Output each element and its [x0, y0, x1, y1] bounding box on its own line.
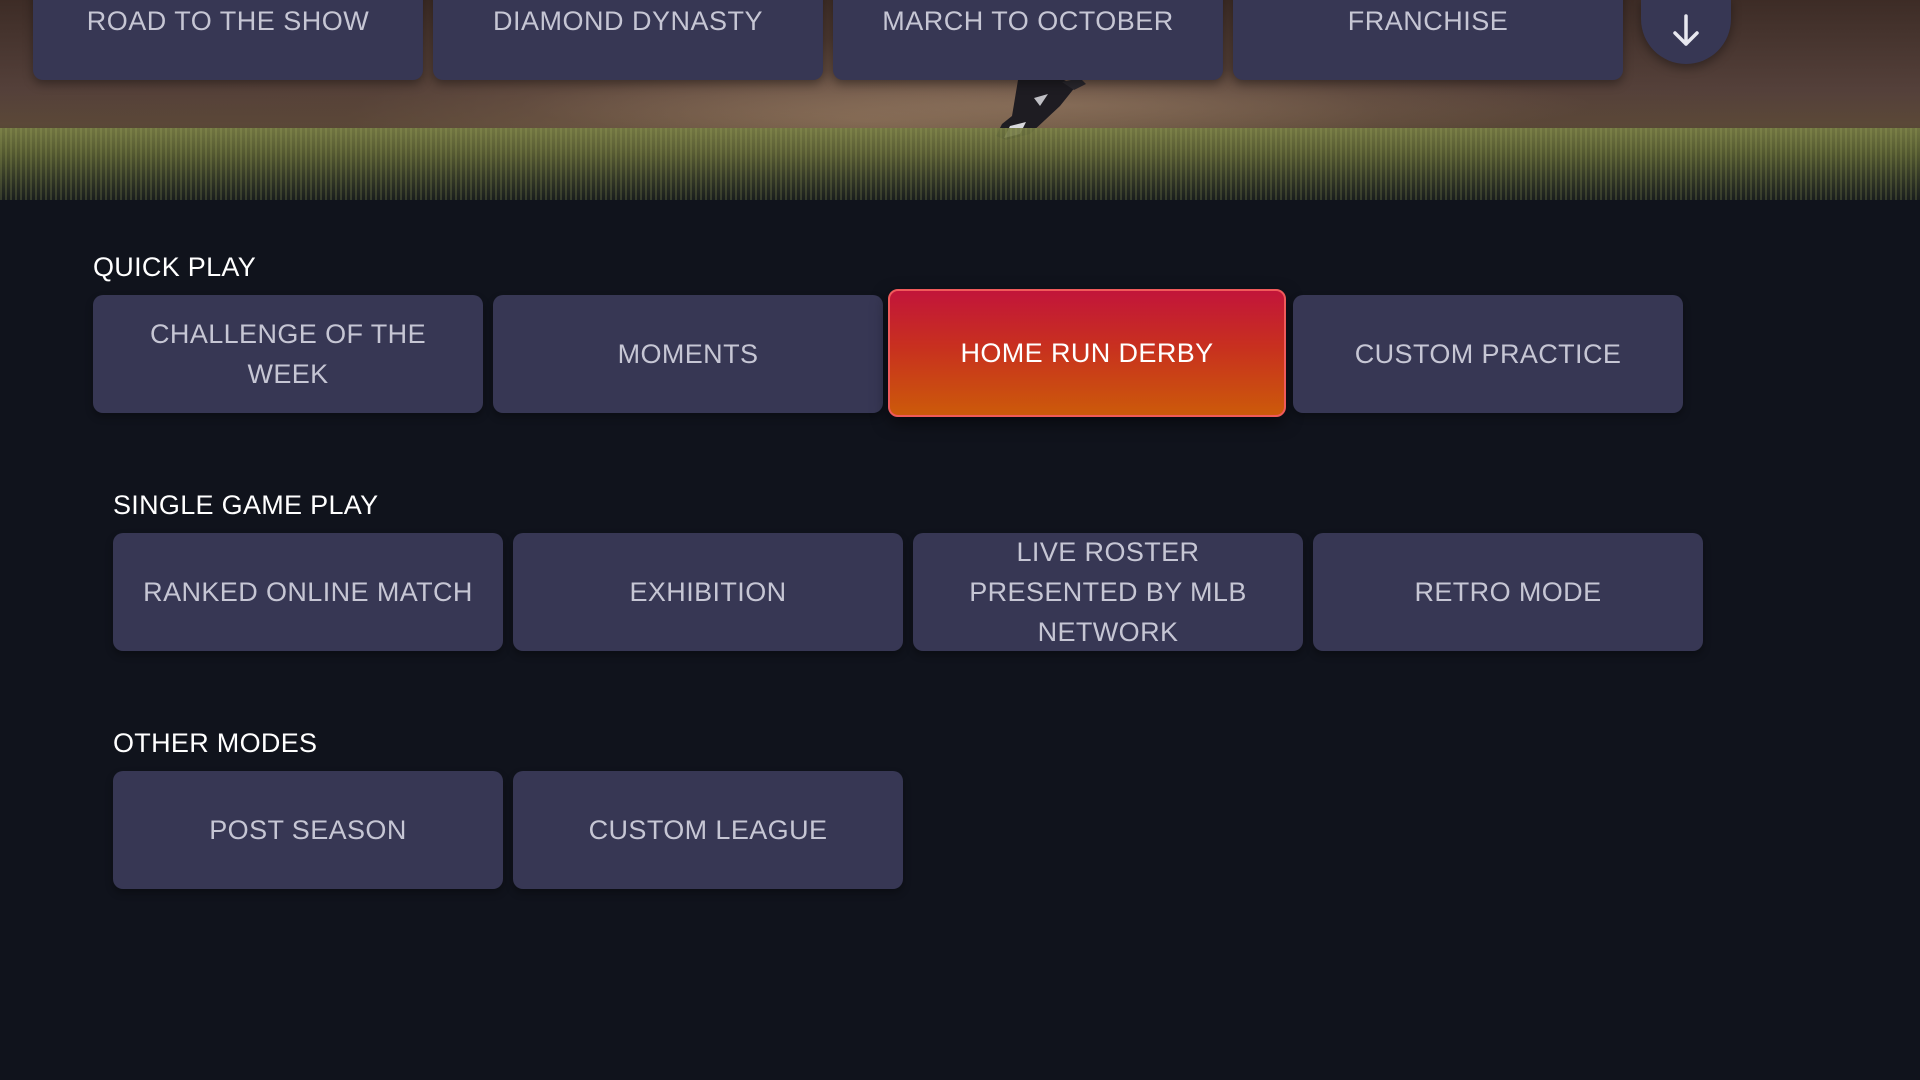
tile-exhibition[interactable]: EXHIBITION: [513, 533, 903, 651]
tile-ranked-online-match[interactable]: RANKED ONLINE MATCH: [113, 533, 503, 651]
tab-label: ROAD TO THE SHOW: [86, 6, 370, 36]
tile-label: CUSTOM LEAGUE: [588, 815, 828, 845]
tab-label: FRANCHISE: [1347, 6, 1509, 36]
tile-label: LIVE ROSTER PRESENTED BY MLB NETWORK: [969, 537, 1247, 647]
tile-label: MOMENTS: [617, 339, 759, 369]
tile-label: CHALLENGE OF THE WEEK: [150, 319, 426, 389]
tab-label: MARCH TO OCTOBER: [882, 6, 1174, 36]
tab-diamond-dynasty[interactable]: DIAMOND DYNASTY: [433, 0, 823, 80]
tile-home-run-derby[interactable]: HOME RUN DERBY: [888, 289, 1286, 417]
tab-road-to-the-show[interactable]: ROAD TO THE SHOW: [33, 0, 423, 80]
tile-live-roster[interactable]: LIVE ROSTER PRESENTED BY MLB NETWORK: [913, 533, 1303, 651]
tile-custom-league[interactable]: CUSTOM LEAGUE: [513, 771, 903, 889]
tab-franchise[interactable]: FRANCHISE: [1233, 0, 1623, 80]
tab-label: DIAMOND DYNASTY: [492, 6, 764, 36]
tile-challenge-of-the-week[interactable]: CHALLENGE OF THE WEEK: [93, 295, 483, 413]
arrow-down-icon: [1673, 14, 1699, 46]
section-title-single-game-play: SINGLE GAME PLAY: [113, 490, 379, 520]
tile-label: CUSTOM PRACTICE: [1354, 339, 1622, 369]
tab-march-to-october[interactable]: MARCH TO OCTOBER: [833, 0, 1223, 80]
section-title-other-modes: OTHER MODES: [113, 728, 318, 758]
tile-custom-practice[interactable]: CUSTOM PRACTICE: [1293, 295, 1683, 413]
tile-label: POST SEASON: [209, 815, 407, 845]
game-mode-menu: ROAD TO THE SHOW DIAMOND DYNASTY MARCH T…: [0, 0, 1920, 1080]
grass-field: [0, 128, 1920, 200]
tile-post-season[interactable]: POST SEASON: [113, 771, 503, 889]
tile-moments[interactable]: MOMENTS: [493, 295, 883, 413]
tile-label: RETRO MODE: [1414, 577, 1602, 607]
tile-label: EXHIBITION: [629, 577, 787, 607]
tile-label: HOME RUN DERBY: [960, 338, 1214, 368]
tile-retro-mode[interactable]: RETRO MODE: [1313, 533, 1703, 651]
section-title-quick-play: QUICK PLAY: [93, 252, 257, 282]
tile-label: RANKED ONLINE MATCH: [143, 577, 473, 607]
